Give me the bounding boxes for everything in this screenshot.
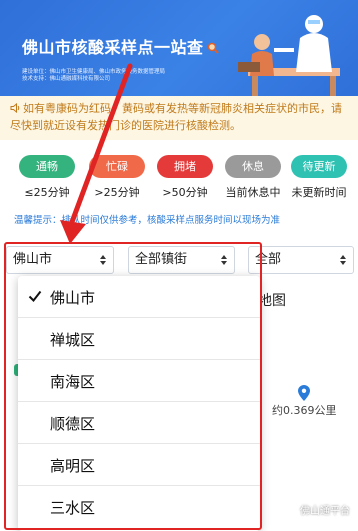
street-select[interactable]: 全部镇街 [128, 246, 235, 274]
tip-text: 温馨提示：排队时间仅供参考，核酸采样点服务时间以现场为准 [14, 215, 281, 226]
legend-resting-badge: 休息 [225, 155, 281, 178]
street-select-value: 全部镇街 [135, 252, 188, 267]
legend-congested-caption: >50分钟 [162, 186, 208, 199]
dropdown-option-label: 禅城区 [50, 331, 96, 349]
dropdown-option-chancheng[interactable]: 禅城区 [18, 318, 260, 360]
dropdown-option-label: 佛山市 [50, 289, 96, 307]
dropdown-option-shunde[interactable]: 顺德区 [18, 402, 260, 444]
legend-congested-badge: 拥堵 [157, 155, 213, 178]
legend-smooth-caption: ≤25分钟 [24, 186, 70, 199]
city-select[interactable]: 佛山市 [6, 246, 114, 274]
legend-busy: 忙碌 >25分钟 [84, 155, 150, 200]
dropdown-option-label: 南海区 [50, 373, 96, 391]
watermark-text: 佛山通平台 [300, 506, 350, 517]
magnifier-icon [207, 42, 219, 54]
location-pin-icon [298, 385, 310, 401]
notice-text: 如有粤康码为红码、黄码或有发热等新冠肺炎相关症状的市民，请尽快到就近设有发热门诊… [10, 102, 342, 132]
watermark: 佛山通平台 [283, 502, 350, 517]
legend-congested: 拥堵 >50分钟 [152, 155, 218, 200]
dropdown-option-nanhai[interactable]: 南海区 [18, 360, 260, 402]
support-line: 技术支持：佛山通融媒科技有限公司 [22, 76, 111, 82]
dropdown-option-label: 高明区 [50, 457, 96, 475]
legend-busy-caption: >25分钟 [94, 186, 140, 199]
dropdown-option-sanshui[interactable]: 三水区 [18, 486, 260, 528]
status-legend: 通畅 ≤25分钟 忙碌 >25分钟 拥堵 >50分钟 休息 当前休息中 待更新 … [0, 155, 358, 205]
select-arrows-icon [100, 255, 106, 265]
legend-smooth: 通畅 ≤25分钟 [14, 155, 80, 200]
dropdown-option-label: 顺德区 [50, 415, 96, 433]
sampling-illustration [238, 15, 340, 96]
dropdown-option-gaoming[interactable]: 高明区 [18, 444, 260, 486]
type-select-value: 全部 [255, 252, 282, 267]
legend-resting: 休息 当前休息中 [220, 155, 286, 200]
map-link[interactable]: 地图 [258, 290, 286, 310]
legend-busy-badge: 忙碌 [89, 155, 145, 178]
legend-resting-caption: 当前休息中 [225, 186, 281, 199]
speaker-icon [10, 103, 20, 113]
distance-text: 约0.369公里 [272, 404, 337, 417]
page-title-text: 佛山市核酸采样点一站查 [22, 38, 204, 57]
select-arrows-icon [340, 255, 346, 265]
builder-line: 建设单位：佛山市卫生健康局、佛山市政务服务数据管理局 [22, 69, 166, 75]
type-select[interactable]: 全部 [248, 246, 354, 274]
legend-smooth-badge: 通畅 [19, 155, 75, 178]
select-arrows-icon [221, 255, 227, 265]
banner-info: 建设单位：佛山市卫生健康局、佛山市政务服务数据管理局 技术支持：佛山通融媒科技有… [22, 69, 165, 83]
notice-bar: 如有粤康码为红码、黄码或有发热等新冠肺炎相关症状的市民，请尽快到就近设有发热门诊… [0, 96, 358, 140]
dropdown-option-label: 三水区 [50, 499, 96, 517]
legend-pending-badge: 待更新 [291, 155, 347, 178]
dropdown-option-foshan[interactable]: 佛山市 [18, 276, 260, 318]
page-title: 佛山市核酸采样点一站查 [22, 34, 219, 58]
screen: 佛山市核酸采样点一站查 建设单位：佛山市卫生健康局、佛山市政务服务数据管理局 技… [0, 0, 358, 531]
city-select-value: 佛山市 [13, 252, 53, 267]
legend-pending-caption: 未更新时间 [291, 186, 347, 199]
legend-pending: 待更新 未更新时间 [286, 155, 352, 200]
header-banner: 佛山市核酸采样点一站查 建设单位：佛山市卫生健康局、佛山市政务服务数据管理局 技… [0, 0, 358, 96]
wechat-icon [283, 505, 297, 515]
city-dropdown-menu: 佛山市 禅城区 南海区 顺德区 高明区 三水区 [18, 276, 260, 531]
checkmark-icon [28, 290, 42, 303]
